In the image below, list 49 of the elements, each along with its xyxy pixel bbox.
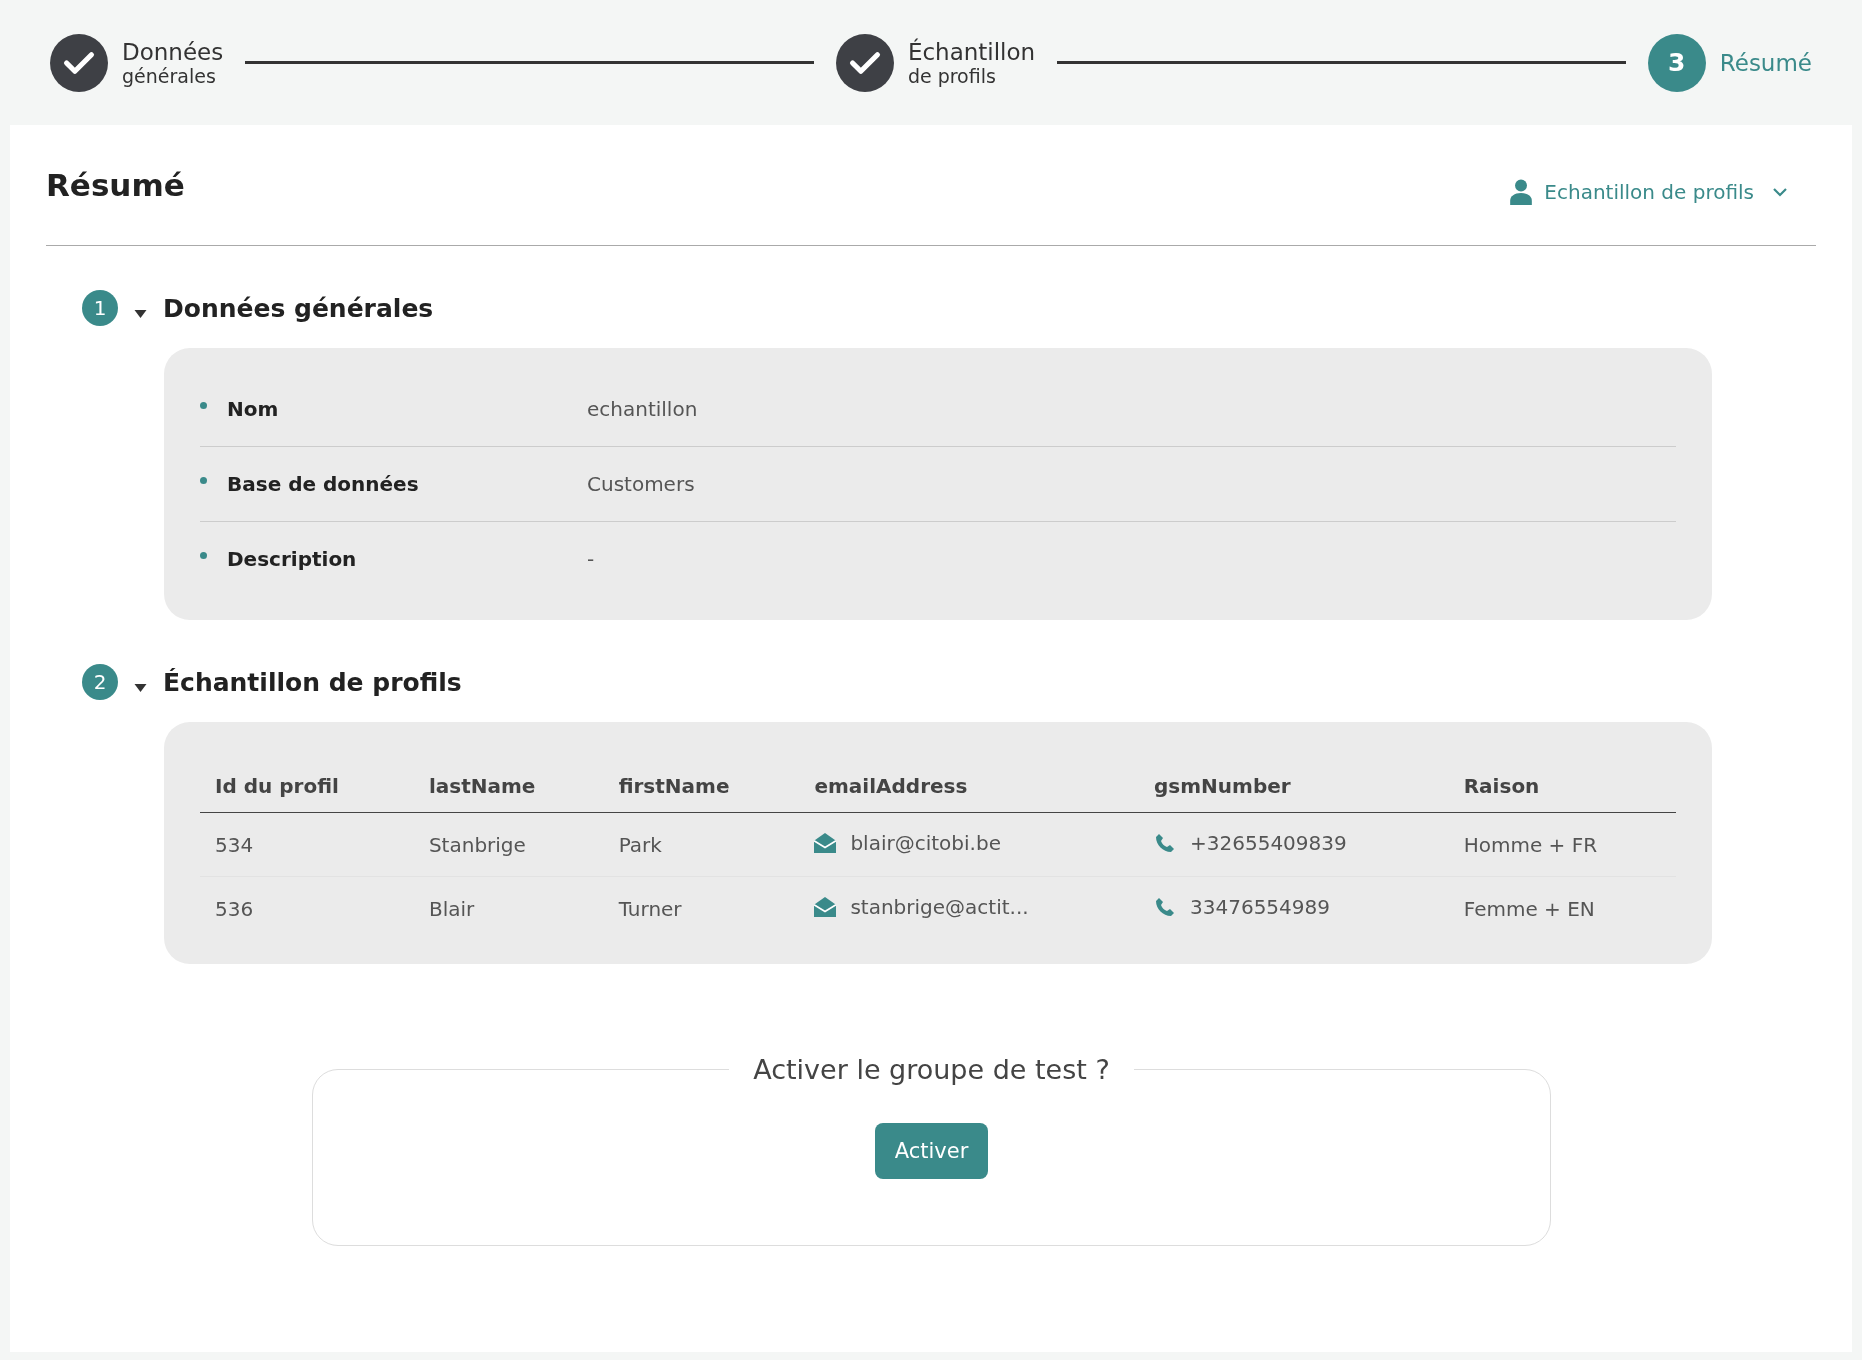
- section-title: Données générales: [163, 293, 434, 323]
- step-number: 3: [1647, 33, 1706, 92]
- caret-icon[interactable]: [134, 310, 147, 318]
- person-icon: [1510, 179, 1533, 205]
- step-title: Données: [122, 38, 224, 65]
- column-header: Raison: [1448, 760, 1676, 813]
- table-cell: 536: [215, 896, 254, 921]
- caret-icon[interactable]: [134, 684, 147, 692]
- field-label: Base de données: [227, 472, 420, 496]
- page-title: Résumé: [46, 167, 185, 203]
- envelope-icon: [814, 897, 837, 917]
- column-header: Id du profil: [200, 760, 414, 813]
- profile-dropdown[interactable]: Echantillon de profils: [1504, 178, 1794, 206]
- table-cell: Homme + FR: [1463, 832, 1598, 857]
- envelope-icon: [814, 833, 837, 853]
- table-cell: Stanbrige: [428, 832, 526, 857]
- table-cell: Park: [618, 832, 662, 857]
- column-header: lastName: [413, 760, 604, 813]
- field-value: echantillon: [587, 397, 698, 421]
- phone-icon: [1154, 897, 1176, 917]
- table-cell: stanbrige@actit...: [814, 895, 1029, 919]
- table-cell: Turner: [618, 896, 682, 921]
- step-subtitle: de profils: [907, 64, 997, 87]
- section-number: 2: [82, 664, 118, 700]
- bullet-icon: [200, 401, 207, 409]
- field-value: -: [587, 547, 595, 571]
- table-cell: Blair: [428, 896, 475, 921]
- table-cell: +32655409839: [1154, 831, 1347, 855]
- column-header: emailAddress: [799, 760, 1139, 813]
- step-subtitle: générales: [122, 64, 217, 87]
- activation-question: Activer le groupe de test ?: [752, 1054, 1111, 1085]
- column-header: firstName: [603, 760, 800, 813]
- bullet-icon: [200, 476, 207, 484]
- field-value: Customers: [587, 472, 695, 496]
- bullet-icon: [200, 551, 207, 559]
- section-number: 1: [82, 290, 118, 326]
- step-title: Résumé: [1719, 49, 1812, 76]
- table-cell: blair@citobi.be: [814, 831, 1001, 855]
- table-cell: 534: [215, 832, 254, 857]
- activate-button[interactable]: Activer: [874, 1123, 989, 1179]
- phone-icon: [1154, 833, 1176, 853]
- step-title: Échantillon: [907, 38, 1036, 65]
- field-label: Nom: [227, 397, 280, 421]
- table-cell: Femme + EN: [1463, 896, 1595, 921]
- chevron-down-icon: [1772, 187, 1788, 197]
- section-title: Échantillon de profils: [163, 667, 462, 697]
- column-header: gsmNumber: [1139, 760, 1449, 813]
- table-cell: 33476554989: [1154, 895, 1330, 919]
- field-label: Description: [227, 547, 358, 571]
